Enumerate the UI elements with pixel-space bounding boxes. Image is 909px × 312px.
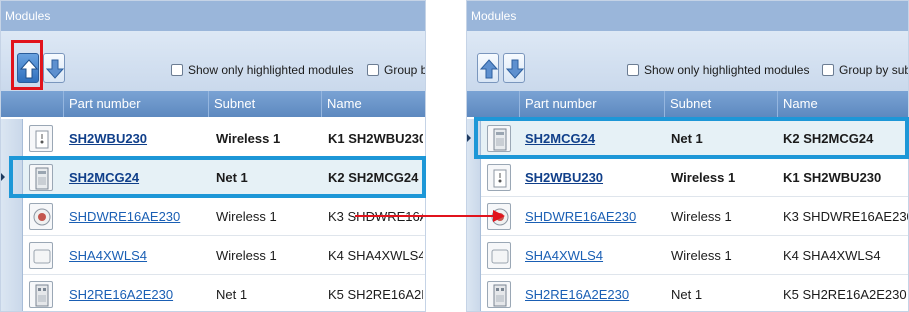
checkbox-label: Group b [384,63,426,77]
subnet-cell: Net 1 [216,287,248,302]
subnet-cell: Wireless 1 [216,209,277,224]
move-arrow-icon [355,210,505,222]
name-cell: K5 SH2RE16A2E230 [783,287,907,302]
subnet-cell: Wireless 1 [671,209,732,224]
subnet-cell: Net 1 [671,287,703,302]
name-cell: K2 SH2MCG24 [328,170,419,185]
subnet-cell: Wireless 1 [671,248,732,263]
part-number-link[interactable]: SH2WBU230 [69,119,204,158]
row-indicator[interactable] [1,119,23,158]
subnet-cell: Net 1 [216,170,248,185]
name-cell: K1 SH2WBU230 [328,131,423,146]
checkbox-box[interactable] [367,64,379,76]
module-icon [487,125,511,152]
part-number-link[interactable]: SH2WBU230 [525,158,660,197]
column-header-part-number[interactable]: Part number [519,91,664,117]
checkbox-box[interactable] [171,64,183,76]
show-highlighted-checkbox[interactable]: Show only highlighted modules [171,63,353,77]
move-down-button[interactable] [503,53,525,83]
part-number-link[interactable]: SHA4XWLS4 [525,236,660,275]
checkbox-box[interactable] [822,64,834,76]
table-row[interactable]: SH2WBU230 Wireless 1 K1 SH2WBU230 [467,158,908,197]
part-number-link[interactable]: SH2RE16A2E230 [69,275,204,311]
row-indicator[interactable] [1,197,23,236]
part-number-link[interactable]: SHDWRE16AE230 [69,197,204,236]
module-icon [29,125,53,152]
grid-header: Part number Subnet Name [467,91,908,117]
current-row-icon [1,173,5,181]
name-cell: K4 SHA4XWLS4 [328,248,423,263]
modules-panel-before: Modules Show only highlighted modules Gr… [0,0,426,312]
row-indicator[interactable] [1,275,23,311]
checkbox-label: Show only highlighted modules [188,63,354,77]
module-icon [487,164,511,191]
name-cell: K5 SH2RE16A2E230 [328,287,423,302]
name-cell: K3 SHDWRE16AE230 [783,209,908,224]
module-icon [29,281,53,308]
modules-panel-after: Modules Show only highlighted modules Gr… [466,0,909,312]
name-cell: K1 SH2WBU230 [783,170,882,185]
arrow-up-icon [480,59,498,79]
name-cell: K2 SH2MCG24 [783,131,874,146]
table-row[interactable]: SH2RE16A2E230 Net 1 K5 SH2RE16A2E230 [467,275,908,311]
module-icon [29,203,53,230]
column-header-name[interactable]: Name [321,91,425,117]
show-highlighted-checkbox[interactable]: Show only highlighted modules [627,63,809,77]
part-number-link[interactable]: SH2MCG24 [69,158,204,197]
subnet-cell: Wireless 1 [216,131,281,146]
row-indicator[interactable] [467,119,481,158]
column-header-part-number[interactable]: Part number [63,91,208,117]
move-down-button[interactable] [43,53,65,83]
column-header-name[interactable]: Name [777,91,908,117]
module-icon [29,242,53,269]
group-by-subnet-checkbox[interactable]: Group by subr [822,63,909,77]
column-header-subnet[interactable]: Subnet [208,91,321,117]
table-row-selected[interactable]: SH2MCG24 Net 1 K2 SH2MCG24 [1,158,425,197]
row-indicator[interactable] [467,275,481,311]
panel-title: Modules [467,1,908,31]
row-indicator[interactable] [1,158,23,197]
part-number-link[interactable]: SH2MCG24 [525,119,660,158]
module-icon [487,242,511,269]
current-row-icon [467,134,471,142]
module-icon [487,281,511,308]
table-row[interactable]: SHA4XWLS4 Wireless 1 K4 SHA4XWLS4 [1,236,425,275]
table-row[interactable]: SHDWRE16AE230 Wireless 1 K3 SHDWRE16AE23… [467,197,908,236]
part-number-link[interactable]: SH2RE16A2E230 [525,275,660,311]
part-number-link[interactable]: SHA4XWLS4 [69,236,204,275]
name-cell: K4 SHA4XWLS4 [783,248,881,263]
table-row[interactable]: SHA4XWLS4 Wireless 1 K4 SHA4XWLS4 [467,236,908,275]
checkbox-box[interactable] [627,64,639,76]
checkbox-label: Group by subr [839,63,909,77]
table-row[interactable]: SH2RE16A2E230 Net 1 K5 SH2RE16A2E230 [1,275,425,311]
table-row[interactable]: SH2WBU230 Wireless 1 K1 SH2WBU230 [1,119,425,158]
row-indicator[interactable] [1,236,23,275]
subnet-cell: Net 1 [671,131,703,146]
group-by-subnet-checkbox[interactable]: Group b [367,63,426,77]
row-indicator[interactable] [467,236,481,275]
subnet-cell: Wireless 1 [671,170,736,185]
module-icon [29,164,53,191]
checkbox-label: Show only highlighted modules [644,63,810,77]
arrow-down-icon [506,59,524,79]
toolbar: Show only highlighted modules Group b [1,31,425,91]
row-indicator[interactable] [467,158,481,197]
arrow-down-icon [46,59,64,79]
move-up-button[interactable] [477,53,499,83]
part-number-link[interactable]: SHDWRE16AE230 [525,197,660,236]
subnet-cell: Wireless 1 [216,248,277,263]
column-header-subnet[interactable]: Subnet [664,91,777,117]
panel-title: Modules [1,1,425,31]
highlight-box [11,40,43,90]
table-row-selected[interactable]: SH2MCG24 Net 1 K2 SH2MCG24 [467,119,908,158]
grid-header: Part number Subnet Name [1,91,425,117]
toolbar: Show only highlighted modules Group by s… [467,31,908,91]
